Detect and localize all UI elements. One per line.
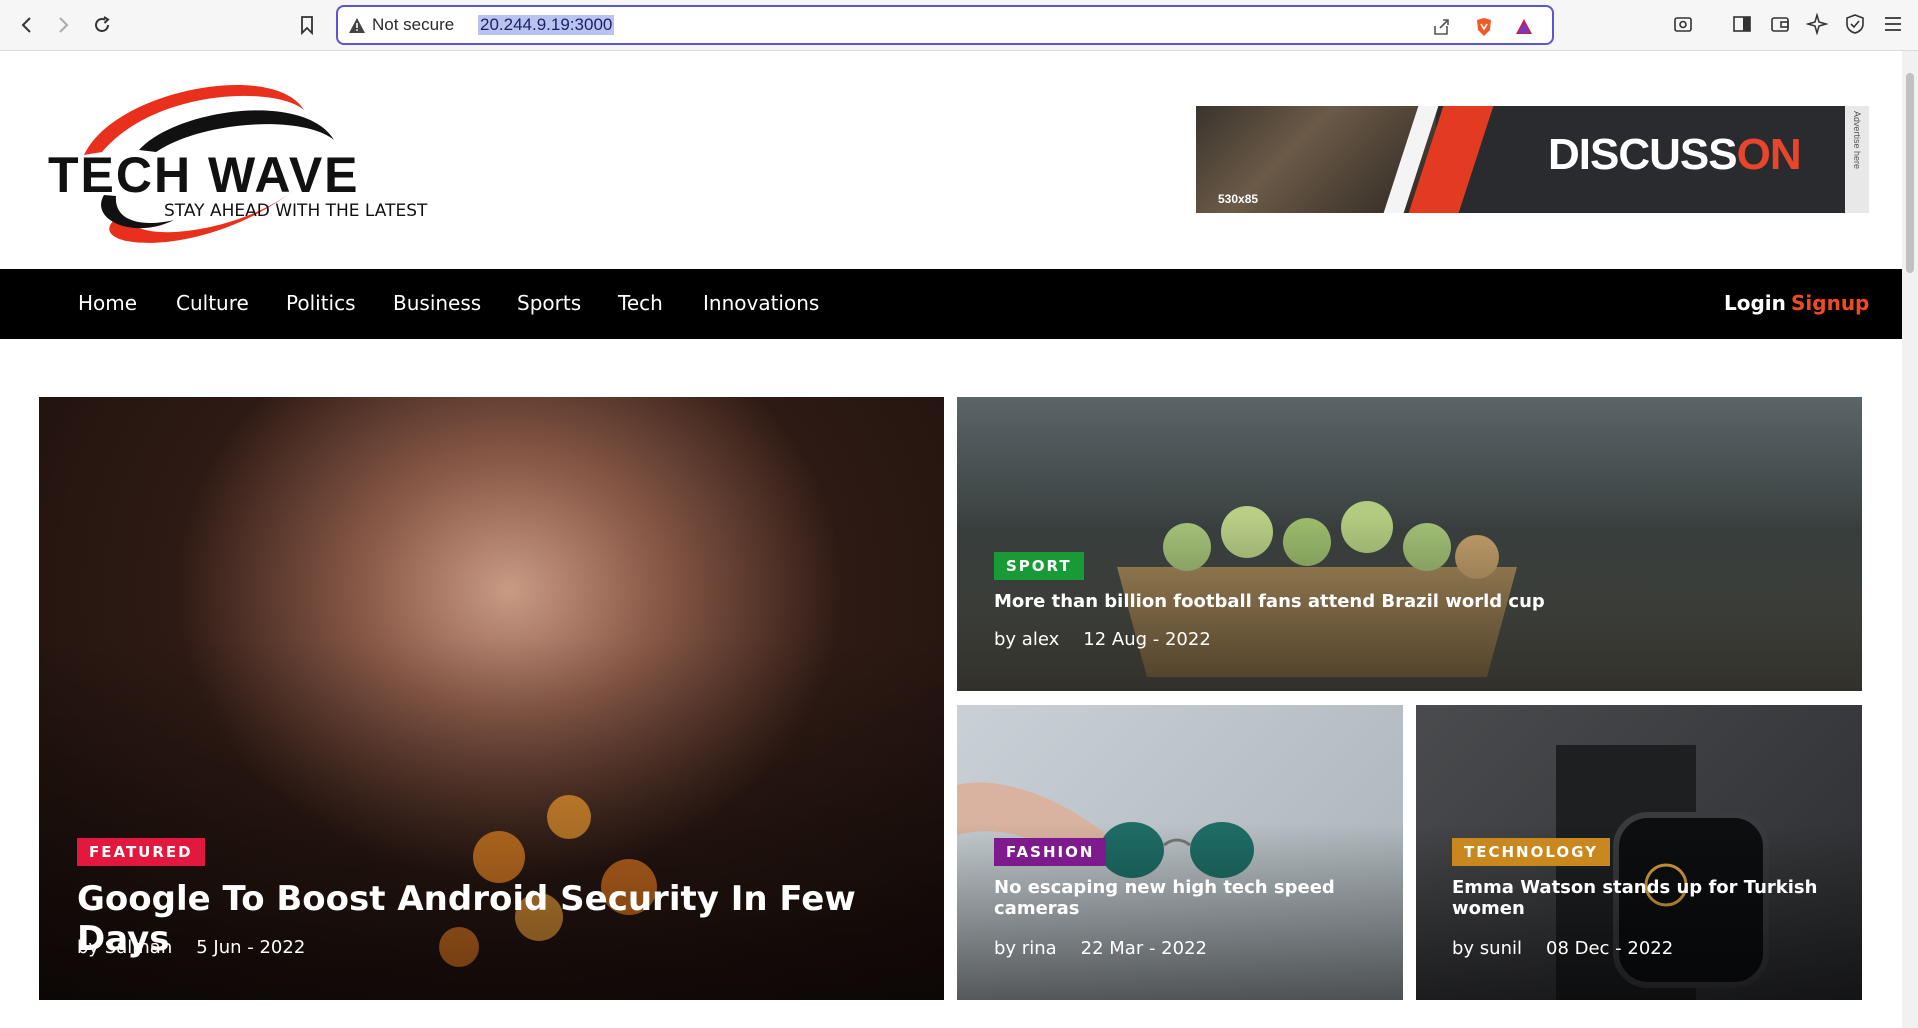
address-bar[interactable]: Not secure 20.244.9.19:3000 [336, 5, 1554, 45]
warning-icon [349, 18, 365, 33]
menu-icon[interactable] [1882, 13, 1904, 35]
nav-item-politics[interactable]: Politics [286, 291, 356, 315]
sidebar-icon[interactable] [1731, 13, 1753, 35]
reload-icon [95, 16, 110, 32]
ad-brand: DISCUSSON [1548, 130, 1802, 180]
nav-item-innovations[interactable]: Innovations [703, 291, 819, 315]
wallet-icon[interactable] [1769, 13, 1791, 35]
share-icon[interactable] [1432, 17, 1452, 37]
ad-side-label: Advertise here [1852, 111, 1862, 170]
ai-sparkle-icon[interactable] [1806, 13, 1828, 35]
site-logo[interactable]: TECH WAVE STAY AHEAD WITH THE LATEST [44, 70, 464, 255]
page-scrollbar[interactable] [1902, 51, 1918, 1028]
article-card-sport[interactable]: SPORT More than billion football fans at… [957, 397, 1862, 691]
forward-button[interactable] [50, 12, 76, 38]
ad-side-panel: Advertise here [1845, 106, 1869, 213]
article-author[interactable]: by rina [994, 938, 1057, 959]
ad-banner[interactable]: DISCUSSON 530x85 Advertise here [1196, 106, 1869, 213]
reload-button[interactable] [89, 12, 115, 38]
vpn-shield-icon[interactable] [1844, 13, 1866, 35]
article-author[interactable]: by alex [994, 629, 1059, 650]
url-text[interactable]: 20.244.9.19:3000 [478, 15, 615, 35]
login-link[interactable]: Login [1724, 291, 1786, 315]
security-label[interactable]: Not secure [372, 15, 454, 35]
main-navigation: Home Culture Politics Business Sports Te… [0, 269, 1902, 339]
article-title[interactable]: Emma Watson stands up for Turkish women [1452, 877, 1832, 919]
forward-arrow-icon [59, 17, 69, 33]
article-date: 08 Dec - 2022 [1546, 938, 1674, 959]
nav-item-business[interactable]: Business [393, 291, 481, 315]
article-title[interactable]: More than billion football fans attend B… [994, 591, 1814, 612]
nav-item-culture[interactable]: Culture [176, 291, 249, 315]
article-card-technology[interactable]: TECHNOLOGY Emma Watson stands up for Tur… [1416, 705, 1862, 1000]
back-button[interactable] [14, 12, 40, 38]
article-author[interactable]: by Salman [77, 937, 172, 958]
brave-rewards-icon[interactable] [1514, 17, 1534, 37]
category-badge[interactable]: FASHION [994, 838, 1107, 866]
nav-item-sports[interactable]: Sports [517, 291, 581, 315]
back-arrow-icon [21, 17, 31, 33]
logo-swoosh-icon: TECH WAVE STAY AHEAD WITH THE LATEST [48, 84, 428, 243]
article-title[interactable]: No escaping new high tech speed cameras [994, 877, 1374, 919]
bookmark-button[interactable] [294, 12, 320, 38]
article-card-fashion[interactable]: FASHION No escaping new high tech speed … [957, 705, 1403, 1000]
scrollbar-thumb[interactable] [1906, 73, 1914, 273]
article-meta: by sunil 08 Dec - 2022 [1452, 938, 1673, 959]
article-date: 12 Aug - 2022 [1083, 629, 1211, 650]
category-badge[interactable]: SPORT [994, 552, 1084, 580]
article-meta: by Salman 5 Jun - 2022 [77, 937, 305, 958]
logo-tagline: STAY AHEAD WITH THE LATEST [164, 201, 428, 221]
browser-toolbar: Not secure 20.244.9.19:3000 [0, 0, 1918, 51]
nav-item-home[interactable]: Home [78, 291, 137, 315]
bookmark-icon [301, 16, 313, 35]
screenshot-icon[interactable] [1672, 13, 1694, 35]
article-date: 5 Jun - 2022 [196, 937, 306, 958]
category-badge[interactable]: TECHNOLOGY [1452, 838, 1610, 866]
ad-brand-accent: ON [1736, 130, 1802, 179]
article-meta: by alex 12 Aug - 2022 [994, 629, 1211, 650]
brave-shield-icon[interactable] [1474, 17, 1494, 37]
article-meta: by rina 22 Mar - 2022 [994, 938, 1207, 959]
logo-title: TECH WAVE [48, 147, 360, 203]
category-badge[interactable]: FEATURED [77, 838, 205, 866]
ad-brand-main: DISCUSS [1548, 130, 1738, 179]
article-card-featured[interactable]: FEATURED Google To Boost Android Securit… [39, 397, 944, 1000]
ad-size-label: 530x85 [1218, 192, 1259, 206]
article-author[interactable]: by sunil [1452, 938, 1522, 959]
article-date: 22 Mar - 2022 [1080, 938, 1207, 959]
signup-link[interactable]: Signup [1791, 291, 1869, 315]
nav-item-tech[interactable]: Tech [618, 291, 663, 315]
